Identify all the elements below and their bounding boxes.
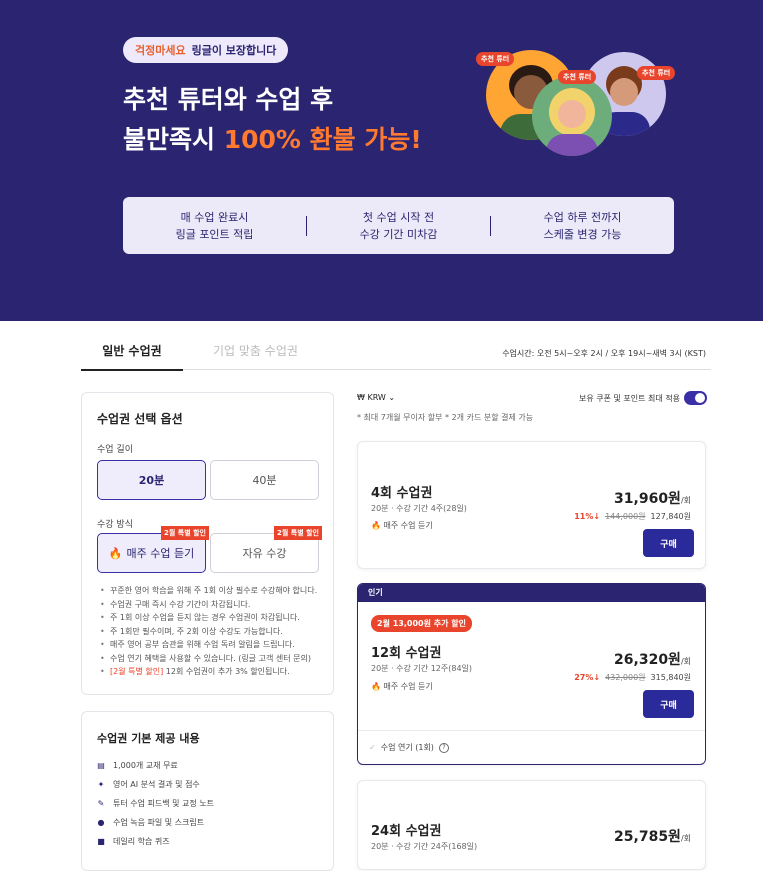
note-item: 꾸준한 영어 학습을 위해 주 1회 이상 필수로 수강해야 합니다. [100, 584, 330, 598]
benefit-point: 매 수업 완료시 링글 포인트 적립 [175, 210, 254, 241]
package-sub: 20분 · 수강 기간 24주(168일) [371, 842, 478, 851]
package-price: 31,960원/회 [614, 491, 691, 507]
note-item: 수업권 구매 즉시 수강 기간이 차감됩니다. [100, 598, 330, 612]
chevron-down-icon: ⌄ [388, 393, 396, 402]
hero-banner: 걱정마세요 링글이 보장합니다 추천 튜터와 수업 후 불만족시 100% 환불… [0, 0, 763, 321]
pen-icon: ✎ [97, 799, 105, 808]
benefits-bar: 매 수업 완료시 링글 포인트 적립 첫 수업 시작 전 수강 기간 미차감 수업 … [123, 197, 674, 254]
notes-list: 꾸준한 영어 학습을 위해 주 1회 이상 필수로 수강해야 합니다. 수업권 … [100, 584, 330, 679]
apply-coupon-toggle[interactable] [684, 391, 707, 405]
currency-select[interactable]: ₩ KRW ⌄ [357, 393, 395, 402]
tutor-tag: 추천 튜터 [558, 70, 597, 84]
pill-text: 링글이 보장합니다 [191, 44, 277, 57]
included-item: ● 수업 녹음 파일 및 스크립트 [97, 818, 205, 827]
buy-button[interactable]: 구매 [643, 690, 694, 718]
mode-weekly-button[interactable]: 🔥 매주 수업 듣기 2월 특별 할인 [97, 526, 209, 573]
quiz-icon: ■ [97, 837, 105, 846]
hero-title-line1: 추천 튜터와 수업 후 [123, 85, 334, 114]
note-item: 주 1회 이상 수업을 듣지 않는 경우 수업권이 차감됩니다. [100, 611, 330, 625]
help-icon: ? [438, 742, 449, 753]
mode-free-button[interactable]: 자유 수강 2월 특별 할인 [210, 526, 322, 573]
options-title: 수업권 선택 옵션 [97, 412, 183, 426]
note-item: 주 1회만 필수이며, 주 2회 이상 수강도 가능합니다. [100, 625, 330, 639]
fire-icon: 🔥 [371, 682, 381, 691]
package-sub: 20분 · 수강 기간 12주(84일) [371, 664, 473, 673]
included-title: 수업권 기본 제공 내용 [97, 732, 200, 745]
package-card-4: 4회 수업권 20분 · 수강 기간 4주(28일) 🔥 매주 수업 듣기 31… [357, 441, 706, 569]
benefit-period: 첫 수업 시작 전 수강 기간 미차감 [359, 210, 438, 241]
benefit-schedule: 수업 하루 전까지 스케줄 변경 가능 [543, 210, 622, 241]
options-panel: 수업권 선택 옵션 수업 길이 20분 40분 수강 방식 🔥 매주 수업 듣기 … [81, 392, 334, 695]
tutor-tag: 추천 튜터 [637, 66, 676, 80]
fire-icon: 🔥 [108, 546, 123, 560]
guarantee-pill: 걱정마세요 링글이 보장합니다 [123, 37, 289, 63]
note-item: 매주 영어 공부 습관을 위해 수업 독려 알림을 드립니다. [100, 638, 330, 652]
package-price: 25,785원/회 [614, 829, 691, 845]
package-discount: 11%↓ 144,000원 127,840원 [574, 512, 691, 521]
included-item: ■ 데일리 학습 퀴즈 [97, 837, 170, 846]
tutor-avatars: 추천 튜터 추천 튜터 추천 튜터 [470, 40, 680, 170]
note-item: 수업 연기 혜택을 사용할 수 있습니다. (링글 고객 센터 문의) [100, 652, 330, 666]
mode-label: 수강 방식 [97, 520, 133, 530]
fire-icon: 🔥 [371, 521, 381, 530]
mic-icon: ● [97, 818, 105, 827]
package-mode: 🔥 매주 수업 듣기 [371, 682, 433, 691]
product-tabs: 일반 수업권 기업 맞춤 수업권 수업시간: 오전 5시~오후 2시 / 오후 … [81, 330, 711, 371]
tab-general[interactable]: 일반 수업권 [81, 342, 183, 371]
package-mode: 🔥 매주 수업 듣기 [371, 521, 433, 530]
special-discount-badge: 2월 특별 할인 [274, 526, 322, 540]
book-icon: ▤ [97, 761, 105, 770]
length-20-button[interactable]: 20분 [97, 460, 206, 500]
extend-option[interactable]: ✓ 수업 연기 (1회)? [358, 730, 705, 764]
tutor-avatar [532, 76, 612, 156]
check-icon: ✓ [369, 743, 376, 752]
package-sub: 20분 · 수강 기간 4주(28일) [371, 504, 467, 513]
payment-fine-print: * 최대 7개월 무이자 할부 * 2개 카드 분할 결제 가능 [357, 413, 534, 422]
included-panel: 수업권 기본 제공 내용 ▤ 1,000개 교재 무료 ✦ 영어 AI 분석 결과 … [81, 711, 334, 871]
package-card-12: 인기 2월 13,000원 추가 할인 12회 수업권 20분 · 수강 기간 … [357, 583, 706, 765]
apply-coupon-label: 보유 쿠폰 및 포인트 최대 적용 [579, 394, 681, 403]
included-item: ✦ 영어 AI 분석 결과 및 점수 [97, 780, 200, 789]
package-card-24: 24회 수업권 20분 · 수강 기간 24주(168일) 25,785원/회 [357, 780, 706, 870]
special-discount-badge: 2월 특별 할인 [161, 526, 209, 540]
pill-highlight: 걱정마세요 [135, 44, 186, 57]
package-name: 24회 수업권 [371, 824, 442, 839]
tutor-tag: 추천 튜터 [476, 52, 515, 66]
package-name: 12회 수업권 [371, 646, 442, 661]
package-discount: 27%↓ 432,000원 315,840원 [574, 673, 691, 682]
hero-title-line2: 불만족시 100% 환불 가능! [123, 125, 422, 154]
tab-corporate[interactable]: 기업 맞춤 수업권 [213, 342, 298, 359]
hero-title: 추천 튜터와 수업 후 불만족시 100% 환불 가능! [123, 80, 422, 160]
included-item: ▤ 1,000개 교재 무료 [97, 761, 178, 770]
included-list: ▤ 1,000개 교재 무료 ✦ 영어 AI 분석 결과 및 점수 ✎ 튜터 수업 피… [97, 756, 214, 851]
note-item: [2월 특별 할인] 12회 수업권이 추가 3% 할인됩니다. [100, 665, 330, 679]
package-name: 4회 수업권 [371, 486, 433, 501]
buy-button[interactable]: 구매 [643, 529, 694, 557]
sparkle-icon: ✦ [97, 780, 105, 789]
package-price: 26,320원/회 [614, 652, 691, 668]
promo-badge: 2월 13,000원 추가 할인 [371, 615, 472, 632]
length-label: 수업 길이 [97, 445, 133, 455]
popular-label: 인기 [358, 584, 705, 602]
length-40-button[interactable]: 40분 [210, 460, 319, 500]
class-hours: 수업시간: 오전 5시~오후 2시 / 오후 19시~새벽 3시 (KST) [502, 349, 706, 358]
included-item: ✎ 튜터 수업 피드백 및 교정 노트 [97, 799, 215, 808]
